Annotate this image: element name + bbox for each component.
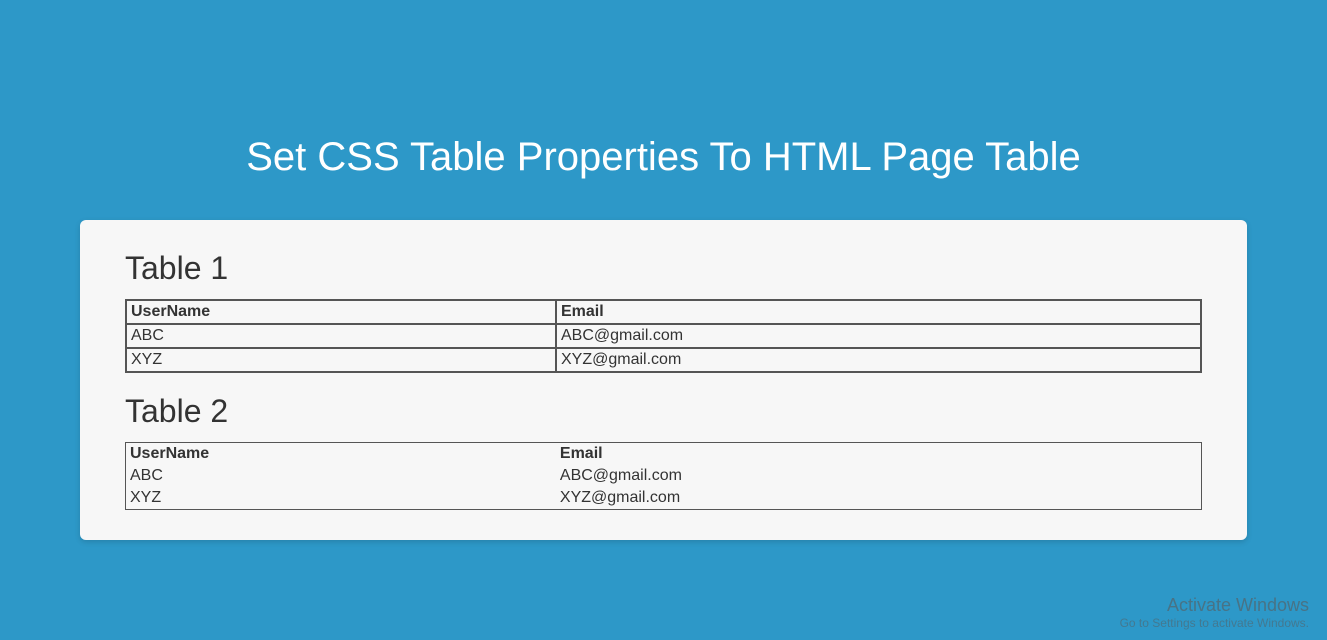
- table-cell: XYZ@gmail.com: [556, 487, 1202, 510]
- table-row: XYZ XYZ@gmail.com: [126, 348, 1201, 372]
- table-header-cell: Email: [556, 443, 1202, 466]
- table-header-cell: UserName: [126, 443, 556, 466]
- table-cell: ABC@gmail.com: [556, 324, 1201, 348]
- table-cell: ABC@gmail.com: [556, 465, 1202, 487]
- table-cell: XYZ: [126, 348, 556, 372]
- watermark-subtitle: Go to Settings to activate Windows.: [1120, 616, 1309, 630]
- table-cell: ABC: [126, 465, 556, 487]
- page-title: Set CSS Table Properties To HTML Page Ta…: [0, 0, 1327, 220]
- watermark-title: Activate Windows: [1120, 595, 1309, 616]
- windows-activation-watermark: Activate Windows Go to Settings to activ…: [1120, 595, 1309, 630]
- table-cell: XYZ@gmail.com: [556, 348, 1201, 372]
- table1: UserName Email ABC ABC@gmail.com XYZ XYZ…: [125, 299, 1202, 373]
- content-card: Table 1 UserName Email ABC ABC@gmail.com…: [80, 220, 1247, 540]
- table2: UserName Email ABC ABC@gmail.com XYZ XYZ…: [125, 442, 1202, 510]
- table-cell: XYZ: [126, 487, 556, 510]
- table2-title: Table 2: [125, 393, 1202, 430]
- table-header-cell: Email: [556, 300, 1201, 324]
- table1-title: Table 1: [125, 250, 1202, 287]
- table-cell: ABC: [126, 324, 556, 348]
- table-header-row: UserName Email: [126, 443, 1202, 466]
- table-header-cell: UserName: [126, 300, 556, 324]
- table-header-row: UserName Email: [126, 300, 1201, 324]
- table-row: ABC ABC@gmail.com: [126, 465, 1202, 487]
- table-row: ABC ABC@gmail.com: [126, 324, 1201, 348]
- table-row: XYZ XYZ@gmail.com: [126, 487, 1202, 510]
